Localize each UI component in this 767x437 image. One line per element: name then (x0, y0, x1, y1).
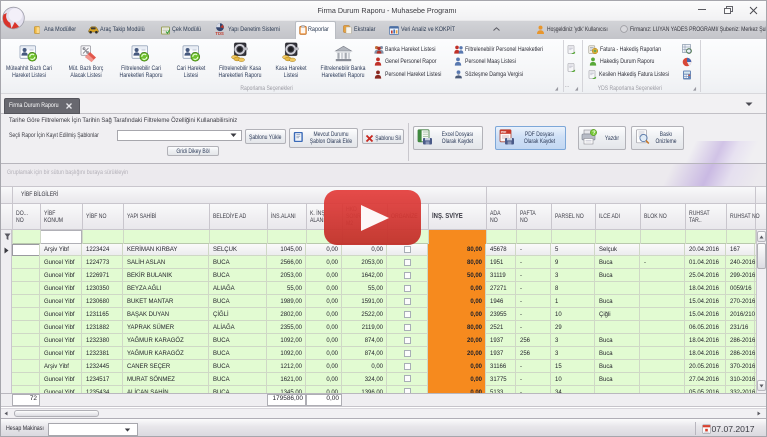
svg-text:PDF: PDF (501, 130, 507, 134)
svg-text:TDS: TDS (215, 31, 224, 35)
